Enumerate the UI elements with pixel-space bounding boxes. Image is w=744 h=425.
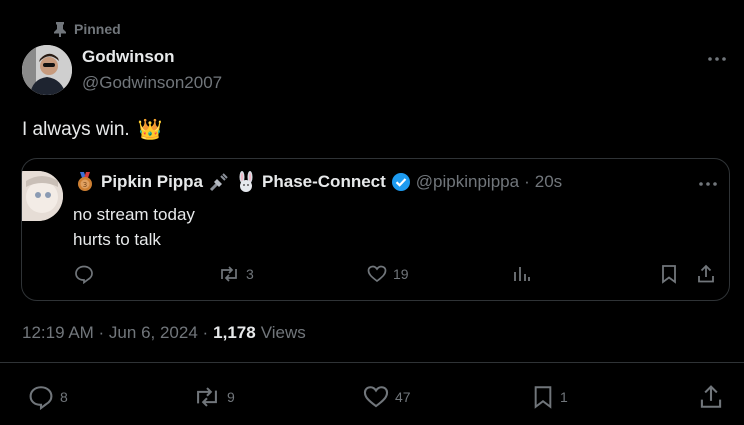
medal-icon: 3 bbox=[78, 172, 92, 191]
author-handle[interactable]: @Godwinson2007 bbox=[82, 73, 222, 93]
views-count: 1,178 bbox=[213, 323, 256, 342]
like-icon bbox=[363, 386, 389, 408]
views-label: Views bbox=[260, 323, 306, 342]
like-icon bbox=[367, 265, 387, 283]
views-chart-icon bbox=[514, 267, 530, 281]
bookmark-button[interactable]: 1 bbox=[532, 384, 568, 410]
quote-views-button[interactable] bbox=[512, 264, 532, 284]
share-icon bbox=[700, 385, 722, 408]
more-icon bbox=[708, 57, 726, 61]
quote-like-button[interactable]: 19 bbox=[367, 264, 409, 284]
quote-reply-button[interactable] bbox=[74, 264, 94, 284]
more-button[interactable] bbox=[707, 49, 727, 69]
retweet-count: 9 bbox=[227, 389, 235, 405]
pin-icon bbox=[54, 22, 66, 37]
quote-display-name[interactable]: Pipkin Pippa bbox=[101, 172, 203, 192]
plug-icon bbox=[209, 173, 228, 192]
quote-separator: · bbox=[524, 172, 530, 191]
quote-like-count: 19 bbox=[393, 266, 409, 282]
like-count: 47 bbox=[395, 389, 411, 405]
like-button[interactable]: 47 bbox=[363, 384, 411, 410]
quote-bookmark-button[interactable] bbox=[660, 264, 678, 284]
crown-emoji: 👑 bbox=[137, 119, 163, 141]
quote-line: hurts to talk bbox=[73, 230, 161, 249]
avatar[interactable] bbox=[22, 45, 72, 95]
quote-avatar[interactable] bbox=[22, 171, 63, 221]
divider bbox=[0, 362, 744, 363]
quote-retweet-count: 3 bbox=[246, 266, 254, 282]
quote-line: no stream today bbox=[73, 205, 195, 224]
author-name[interactable]: Godwinson bbox=[82, 47, 175, 67]
quote-header: 3 Pipkin Pippa Phase-Connect @pipkinpipp… bbox=[74, 171, 562, 193]
reply-button[interactable]: 8 bbox=[28, 384, 68, 410]
quote-more-button[interactable] bbox=[698, 174, 718, 194]
retweet-icon bbox=[221, 266, 237, 282]
retweet-button[interactable]: 9 bbox=[193, 384, 235, 410]
verified-icon bbox=[391, 173, 410, 191]
quote-handle[interactable]: @pipkinpippa bbox=[416, 172, 519, 192]
tweet-text: I always win. 👑 bbox=[22, 117, 163, 142]
quote-share-button[interactable] bbox=[696, 264, 716, 284]
reply-icon bbox=[29, 386, 53, 410]
quote-tweet-card[interactable]: 3 Pipkin Pippa Phase-Connect @pipkinpipp… bbox=[21, 158, 730, 301]
quote-time[interactable]: 20s bbox=[535, 172, 562, 192]
rabbit-icon bbox=[239, 171, 253, 192]
share-button[interactable] bbox=[698, 384, 724, 410]
tweet-meta: 12:19 AM · Jun 6, 2024 · 1,178 Views bbox=[22, 323, 306, 343]
pinned-indicator: Pinned bbox=[54, 20, 121, 38]
bookmark-icon bbox=[662, 265, 676, 284]
retweet-icon bbox=[197, 387, 217, 407]
svg-text:3: 3 bbox=[83, 181, 87, 189]
more-icon bbox=[699, 182, 717, 186]
quote-display-name-suffix[interactable]: Phase-Connect bbox=[262, 172, 386, 192]
bookmark-icon bbox=[534, 386, 552, 409]
share-icon bbox=[698, 264, 714, 283]
quote-retweet-button[interactable]: 3 bbox=[218, 264, 254, 284]
reply-count: 8 bbox=[60, 389, 68, 405]
reply-icon bbox=[75, 265, 93, 284]
quote-text: no stream today hurts to talk bbox=[73, 202, 195, 252]
tweet-timestamp[interactable]: 12:19 AM · Jun 6, 2024 · bbox=[22, 323, 208, 343]
pinned-label: Pinned bbox=[74, 21, 121, 37]
bookmark-count: 1 bbox=[560, 389, 568, 405]
tweet-body: I always win. bbox=[22, 118, 130, 140]
